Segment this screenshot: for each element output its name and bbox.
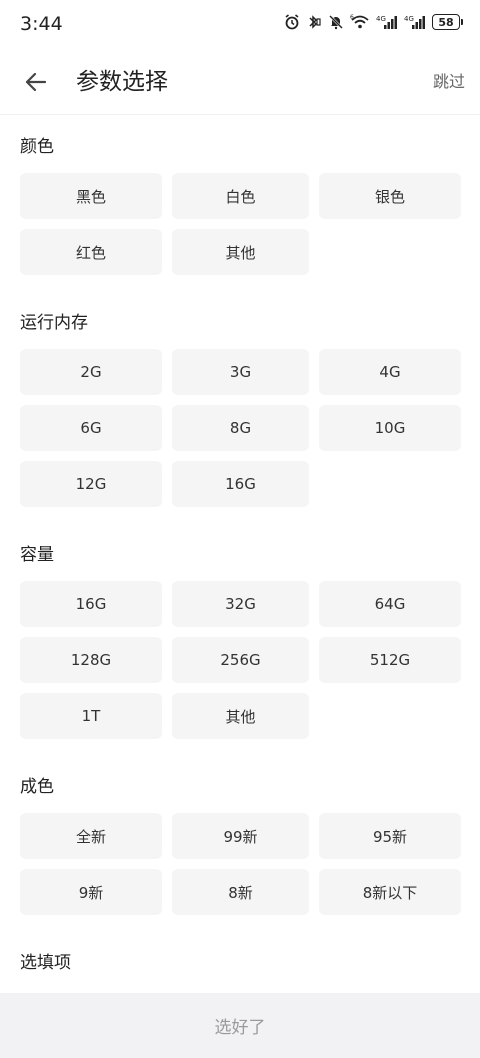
- option-chip[interactable]: 16G: [172, 461, 309, 507]
- section-title: 颜色: [20, 137, 54, 157]
- option-chip[interactable]: 16G: [20, 581, 162, 627]
- status-bar: 3:44 6 4G 4G 58: [0, 0, 480, 50]
- section-title: 运行内存: [20, 313, 88, 333]
- option-chip[interactable]: 4G: [319, 349, 461, 395]
- page-title: 参数选择: [76, 69, 168, 95]
- skip-button[interactable]: 跳过: [433, 70, 465, 94]
- option-chip[interactable]: 99新: [172, 813, 309, 859]
- option-chip[interactable]: 256G: [172, 637, 309, 683]
- option-chip[interactable]: 8G: [172, 405, 309, 451]
- bottom-bar: 选好了: [0, 993, 480, 1058]
- bluetooth-vibrate-icon: [306, 14, 322, 30]
- option-chip[interactable]: 银色: [319, 173, 461, 219]
- option-chip[interactable]: 8新以下: [319, 869, 461, 915]
- option-chip[interactable]: 3G: [172, 349, 309, 395]
- network-label-2: 4G: [404, 15, 414, 23]
- battery-indicator: 58: [432, 14, 463, 30]
- section-title: 选填项: [20, 953, 71, 973]
- option-chip[interactable]: 512G: [319, 637, 461, 683]
- option-chip[interactable]: 64G: [319, 581, 461, 627]
- confirm-button[interactable]: 选好了: [215, 1013, 266, 1038]
- option-chip[interactable]: 6G: [20, 405, 162, 451]
- option-chip[interactable]: 95新: [319, 813, 461, 859]
- option-grid: 黑色 白色 银色 红色 其他: [20, 173, 461, 275]
- option-chip[interactable]: 全新: [20, 813, 162, 859]
- option-chip[interactable]: 9新: [20, 869, 162, 915]
- section-title: 容量: [20, 545, 54, 565]
- section-optional: 选填项: [0, 947, 480, 979]
- section-color: 颜色 黑色 白色 银色 红色 其他: [0, 131, 480, 275]
- option-chip[interactable]: 其他: [172, 229, 309, 275]
- option-grid: 16G 32G 64G 128G 256G 512G 1T 其他: [20, 581, 461, 739]
- option-chip[interactable]: 32G: [172, 581, 309, 627]
- option-chip[interactable]: 10G: [319, 405, 461, 451]
- status-icons: 6 4G 4G 58: [284, 14, 463, 30]
- section-title: 成色: [20, 777, 54, 797]
- network-label-1: 4G: [376, 15, 386, 23]
- nav-bar: 参数选择 跳过: [0, 50, 480, 115]
- section-condition: 成色 全新 99新 95新 9新 8新 8新以下: [0, 771, 480, 915]
- arrow-left-icon: [25, 72, 47, 92]
- option-chip[interactable]: 其他: [172, 693, 309, 739]
- option-chip[interactable]: 8新: [172, 869, 309, 915]
- option-chip[interactable]: 黑色: [20, 173, 162, 219]
- wifi-badge: 6: [350, 14, 354, 21]
- mute-bell-icon: [328, 14, 344, 30]
- option-grid: 全新 99新 95新 9新 8新 8新以下: [20, 813, 461, 915]
- back-button[interactable]: [20, 66, 52, 98]
- option-chip[interactable]: 2G: [20, 349, 162, 395]
- option-grid: 2G 3G 4G 6G 8G 10G 12G 16G: [20, 349, 461, 507]
- section-ram: 运行内存 2G 3G 4G 6G 8G 10G 12G 16G: [0, 307, 480, 507]
- option-chip[interactable]: 白色: [172, 173, 309, 219]
- option-chip[interactable]: 1T: [20, 693, 162, 739]
- option-chip[interactable]: 12G: [20, 461, 162, 507]
- signal-icon-2: 4G: [404, 14, 426, 30]
- option-chip[interactable]: 128G: [20, 637, 162, 683]
- wifi-icon: 6: [350, 14, 370, 30]
- alarm-icon: [284, 14, 300, 30]
- option-chip[interactable]: 红色: [20, 229, 162, 275]
- signal-icon: 4G: [376, 14, 398, 30]
- status-time: 3:44: [20, 13, 63, 35]
- section-storage: 容量 16G 32G 64G 128G 256G 512G 1T 其他: [0, 539, 480, 739]
- parameter-list[interactable]: 颜色 黑色 白色 银色 红色 其他 运行内存 2G 3G 4G 6G 8G 10…: [0, 115, 480, 993]
